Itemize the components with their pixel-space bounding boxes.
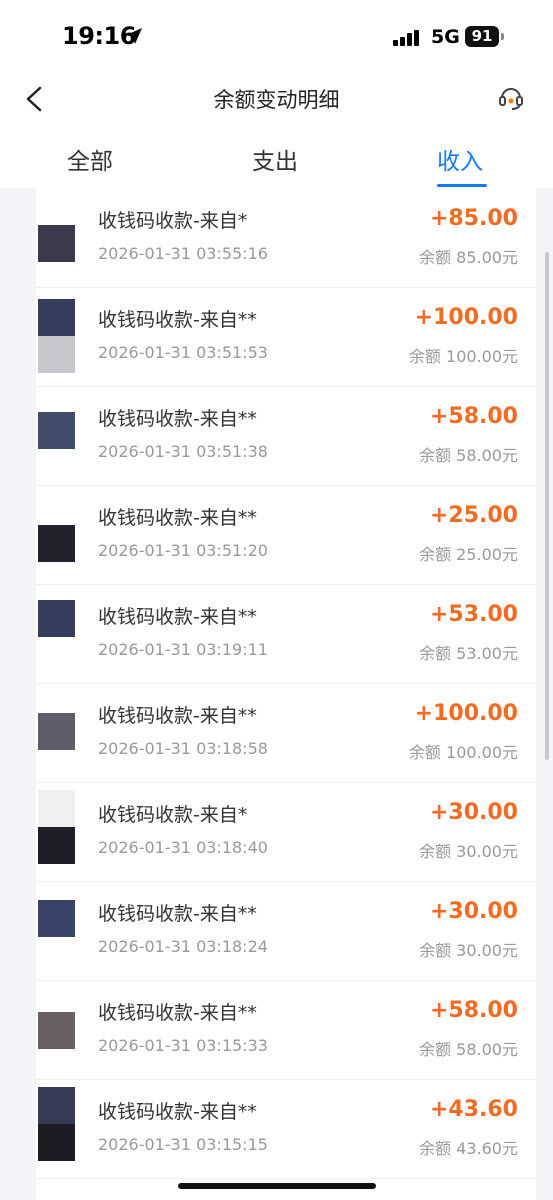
transaction-balance: 余额 53.00元: [419, 644, 518, 663]
transaction-balance: 余额 25.00元: [419, 545, 518, 564]
transaction-row[interactable]: 收钱码收款-来自** 2026-01-31 03:51:38 +58.00 余额…: [36, 386, 536, 486]
transaction-balance: 余额 58.00元: [419, 1040, 518, 1059]
transaction-row[interactable]: 收钱码收款-来自** 2026-01-31 03:18:58 +100.00 余…: [36, 683, 536, 783]
transaction-time: 2026-01-31 03:15:15: [98, 1135, 268, 1154]
transaction-row[interactable]: 收钱码收款-来自** 2026-01-31 03:51:20 +25.00 余额…: [36, 485, 536, 585]
transaction-balance: 余额 30.00元: [419, 941, 518, 960]
transaction-balance: 余额 100.00元: [408, 347, 518, 366]
transaction-title: 收钱码收款-来自**: [98, 309, 257, 331]
active-tab-indicator: [437, 184, 487, 187]
battery-level: 91: [465, 26, 499, 47]
payer-avatar: [38, 900, 75, 937]
navigation-bar: 余额变动明细: [0, 74, 553, 126]
transaction-amount: +53.00: [429, 602, 518, 627]
transaction-title: 收钱码收款-来自**: [98, 1002, 257, 1024]
transaction-time: 2026-01-31 03:18:40: [98, 838, 268, 857]
battery-icon: 91: [465, 26, 505, 47]
transaction-balance: 余额 100.00元: [408, 743, 518, 762]
transaction-amount: +30.00: [429, 800, 518, 825]
transaction-amount: +25.00: [429, 503, 518, 528]
transaction-title: 收钱码收款-来自**: [98, 705, 257, 727]
location-arrow-icon: [126, 28, 142, 44]
tab-bar: 全部 支出 收入: [0, 126, 553, 189]
transaction-title: 收钱码收款-来自*: [98, 210, 248, 232]
payer-avatar: [38, 1012, 75, 1049]
transaction-row[interactable]: 收钱码收款-来自* 2026-01-31 03:18:40 +30.00 余额 …: [36, 782, 536, 882]
transaction-time: 2026-01-31 03:18:24: [98, 937, 268, 956]
transaction-amount: +100.00: [414, 701, 518, 726]
transaction-row[interactable]: 收钱码收款-来自* 2026-01-31 03:55:16 +85.00 余额 …: [36, 188, 536, 288]
payer-avatar: [38, 1124, 75, 1161]
payer-avatar: [38, 525, 75, 562]
transaction-balance: 余额 43.60元: [419, 1139, 518, 1158]
transaction-time: 2026-01-31 03:15:33: [98, 1036, 268, 1055]
payer-avatar: [38, 299, 75, 336]
transaction-list: 收钱码收款-来自* 2026-01-31 03:55:16 +85.00 余额 …: [36, 188, 536, 1200]
payer-avatar: [38, 600, 75, 637]
transaction-amount: +58.00: [429, 404, 518, 429]
transaction-time: 2026-01-31 03:18:58: [98, 739, 268, 758]
transaction-amount: +58.00: [429, 998, 518, 1023]
transaction-amount: +85.00: [429, 206, 518, 231]
transaction-title: 收钱码收款-来自**: [98, 507, 257, 529]
transaction-row[interactable]: 收钱码收款-来自** 2026-01-31 03:19:11 +53.00 余额…: [36, 584, 536, 684]
payer-avatar: [38, 336, 75, 373]
transaction-balance: 余额 30.00元: [419, 842, 518, 861]
transaction-title: 收钱码收款-来自**: [98, 903, 257, 925]
network-type: 5G: [431, 26, 460, 48]
tab-income[interactable]: 收入: [437, 142, 483, 176]
transaction-time: 2026-01-31 03:51:38: [98, 442, 268, 461]
payer-avatar: [38, 713, 75, 750]
cellular-signal-icon: [393, 30, 419, 46]
transaction-row[interactable]: 收钱码收款-来自** 2026-01-31 03:51:53 +100.00 余…: [36, 287, 536, 387]
transaction-amount: +30.00: [429, 899, 518, 924]
customer-service-icon[interactable]: [496, 82, 526, 112]
transaction-time: 2026-01-31 03:55:16: [98, 244, 268, 263]
transaction-row[interactable]: 收钱码收款-来自** 2026-01-31 03:15:15 +43.60 余额…: [36, 1079, 536, 1179]
transaction-row[interactable]: 收钱码收款-来自** 2026-01-31 03:15:33 +58.00 余额…: [36, 980, 536, 1080]
home-indicator[interactable]: [178, 1183, 376, 1189]
transaction-amount: +43.60: [429, 1097, 518, 1122]
transaction-time: 2026-01-31 03:51:20: [98, 541, 268, 560]
transaction-title: 收钱码收款-来自**: [98, 1101, 257, 1123]
payer-avatar: [38, 790, 75, 827]
payer-avatar: [38, 412, 75, 449]
transaction-title: 收钱码收款-来自**: [98, 408, 257, 430]
transaction-balance: 余额 85.00元: [419, 248, 518, 267]
transaction-row[interactable]: 收钱码收款-来自** 2026-01-31 03:18:24 +30.00 余额…: [36, 881, 536, 981]
transaction-time: 2026-01-31 03:51:53: [98, 343, 268, 362]
transaction-time: 2026-01-31 03:19:11: [98, 640, 268, 659]
payer-avatar: [38, 827, 75, 864]
transaction-balance: 余额 58.00元: [419, 446, 518, 465]
tab-all[interactable]: 全部: [67, 142, 113, 176]
payer-avatar: [38, 225, 75, 262]
transaction-amount: +100.00: [414, 305, 518, 330]
scrollbar[interactable]: [545, 252, 549, 760]
transaction-title: 收钱码收款-来自*: [98, 804, 248, 826]
payer-avatar: [38, 1087, 75, 1124]
status-bar: 19:16 5G 91: [0, 0, 553, 74]
page-title: 余额变动明细: [213, 88, 340, 112]
tab-expense[interactable]: 支出: [252, 142, 298, 176]
transaction-title: 收钱码收款-来自**: [98, 606, 257, 628]
